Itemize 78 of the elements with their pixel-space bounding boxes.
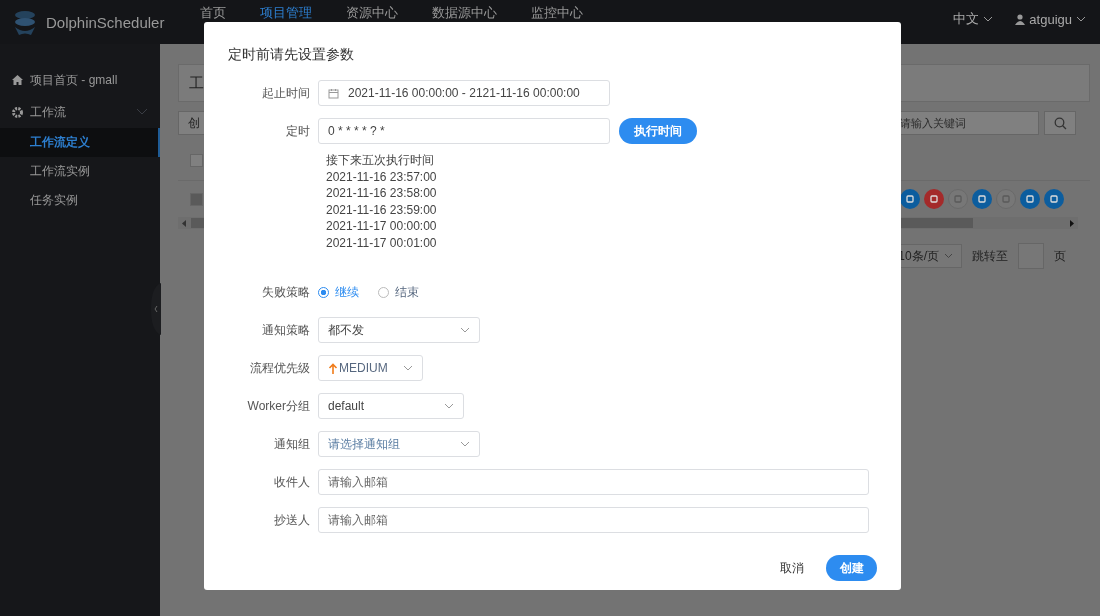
arrow-left-icon — [182, 219, 187, 227]
field-label: Worker分组 — [246, 397, 311, 415]
sidebar-item[interactable]: 工作流定义 — [0, 128, 160, 157]
select-field[interactable]: MEDIUM — [318, 355, 423, 381]
nav-tab[interactable]: 监控中心 — [531, 5, 583, 20]
execution-time: 2021-11-16 23:57:00 — [326, 168, 437, 185]
chevron-down-icon — [403, 365, 413, 371]
sidebar-item[interactable]: 工作流实例 — [0, 157, 160, 186]
email-field[interactable]: 请输入邮箱 — [318, 469, 869, 495]
square-icon — [905, 194, 915, 204]
arrow-right-icon — [1069, 219, 1074, 227]
select-field[interactable]: 请选择通知组 — [318, 431, 480, 457]
brand-name: DolphinScheduler — [46, 13, 165, 31]
chevron-down-icon — [460, 441, 470, 447]
chevron-down-icon — [983, 15, 994, 23]
field-label: 起止时间 — [261, 84, 311, 102]
user-icon — [1015, 13, 1026, 25]
chevron-down-icon — [460, 327, 470, 333]
gear-icon — [12, 106, 23, 118]
cron-field[interactable]: 0 * * * * ? * — [318, 118, 610, 144]
field-label: 收件人 — [273, 473, 311, 491]
collapse-handle-icon[interactable] — [151, 283, 161, 335]
dialog-title: 定时前请先设置参数 — [228, 46, 355, 64]
execution-time-button[interactable]: 执行时间 — [619, 118, 697, 144]
square-icon — [1049, 194, 1059, 204]
nav-tab[interactable]: 项目管理 — [260, 5, 312, 20]
field-label: 失败策略 — [261, 283, 311, 301]
create-button[interactable]: 创建 — [826, 555, 877, 581]
page-title: 工 — [189, 73, 204, 93]
radio-option[interactable]: 继续 — [318, 283, 359, 301]
execution-time: 2021-11-17 00:00:00 — [326, 218, 437, 235]
next-times-title: 接下来五次执行时间 — [326, 152, 434, 169]
arrow-up-icon — [328, 362, 338, 374]
field-label: 抄送人 — [273, 511, 311, 529]
email-field[interactable]: 请输入邮箱 — [318, 507, 869, 533]
jump-label: 跳转至 — [972, 247, 1008, 265]
cancel-button[interactable]: 取消 — [774, 558, 810, 578]
execution-time: 2021-11-16 23:58:00 — [326, 185, 437, 202]
field-label: 流程优先级 — [249, 359, 311, 377]
execution-time: 2021-11-16 23:59:00 — [326, 201, 437, 218]
search-icon — [1053, 116, 1067, 130]
execution-time: 2021-11-17 00:01:00 — [326, 234, 437, 251]
home-icon — [12, 75, 23, 85]
select-field[interactable]: 都不发 — [318, 317, 480, 343]
action-button[interactable] — [924, 189, 944, 209]
sidebar-item[interactable]: 任务实例 — [0, 186, 160, 215]
square-icon — [977, 194, 987, 204]
sidebar-item[interactable]: 项目首页 - gmall — [0, 64, 160, 96]
action-button[interactable] — [1020, 189, 1040, 209]
user-menu[interactable]: atguigu — [1015, 10, 1086, 28]
square-icon — [1001, 194, 1011, 204]
nav-tab[interactable]: 资源中心 — [346, 5, 398, 20]
action-button[interactable] — [972, 189, 992, 209]
nav-tab[interactable]: 数据源中心 — [432, 5, 497, 20]
checkbox[interactable] — [190, 153, 203, 167]
field-label: 通知组 — [273, 435, 311, 453]
square-icon — [1025, 194, 1035, 204]
search-button[interactable] — [1044, 111, 1076, 135]
action-button[interactable] — [1044, 189, 1064, 209]
select-field[interactable]: default — [318, 393, 464, 419]
field-label: 定时 — [285, 122, 311, 140]
square-icon — [929, 194, 939, 204]
nav-tab[interactable]: 首页 — [200, 5, 226, 20]
chevron-icon — [136, 108, 148, 116]
field-label: 通知策略 — [261, 321, 311, 339]
square-icon — [953, 194, 963, 204]
chevron-down-icon — [444, 403, 454, 409]
language-menu[interactable]: 中文 — [953, 10, 994, 28]
page-unit: 页 — [1054, 247, 1066, 265]
radio-option[interactable]: 结束 — [378, 283, 419, 301]
action-button[interactable] — [900, 189, 920, 209]
date-range-field[interactable]: 2021-11-16 00:00:00 - 2121-11-16 00:00:00 — [318, 80, 610, 106]
scroll-bar[interactable] — [178, 217, 204, 229]
sidebar-item[interactable]: 工作流 — [0, 96, 160, 128]
calendar-icon — [328, 87, 339, 99]
chevron-down-icon — [1076, 15, 1086, 23]
scroll-bar[interactable] — [898, 217, 1078, 229]
chevron-down-icon — [944, 253, 953, 259]
